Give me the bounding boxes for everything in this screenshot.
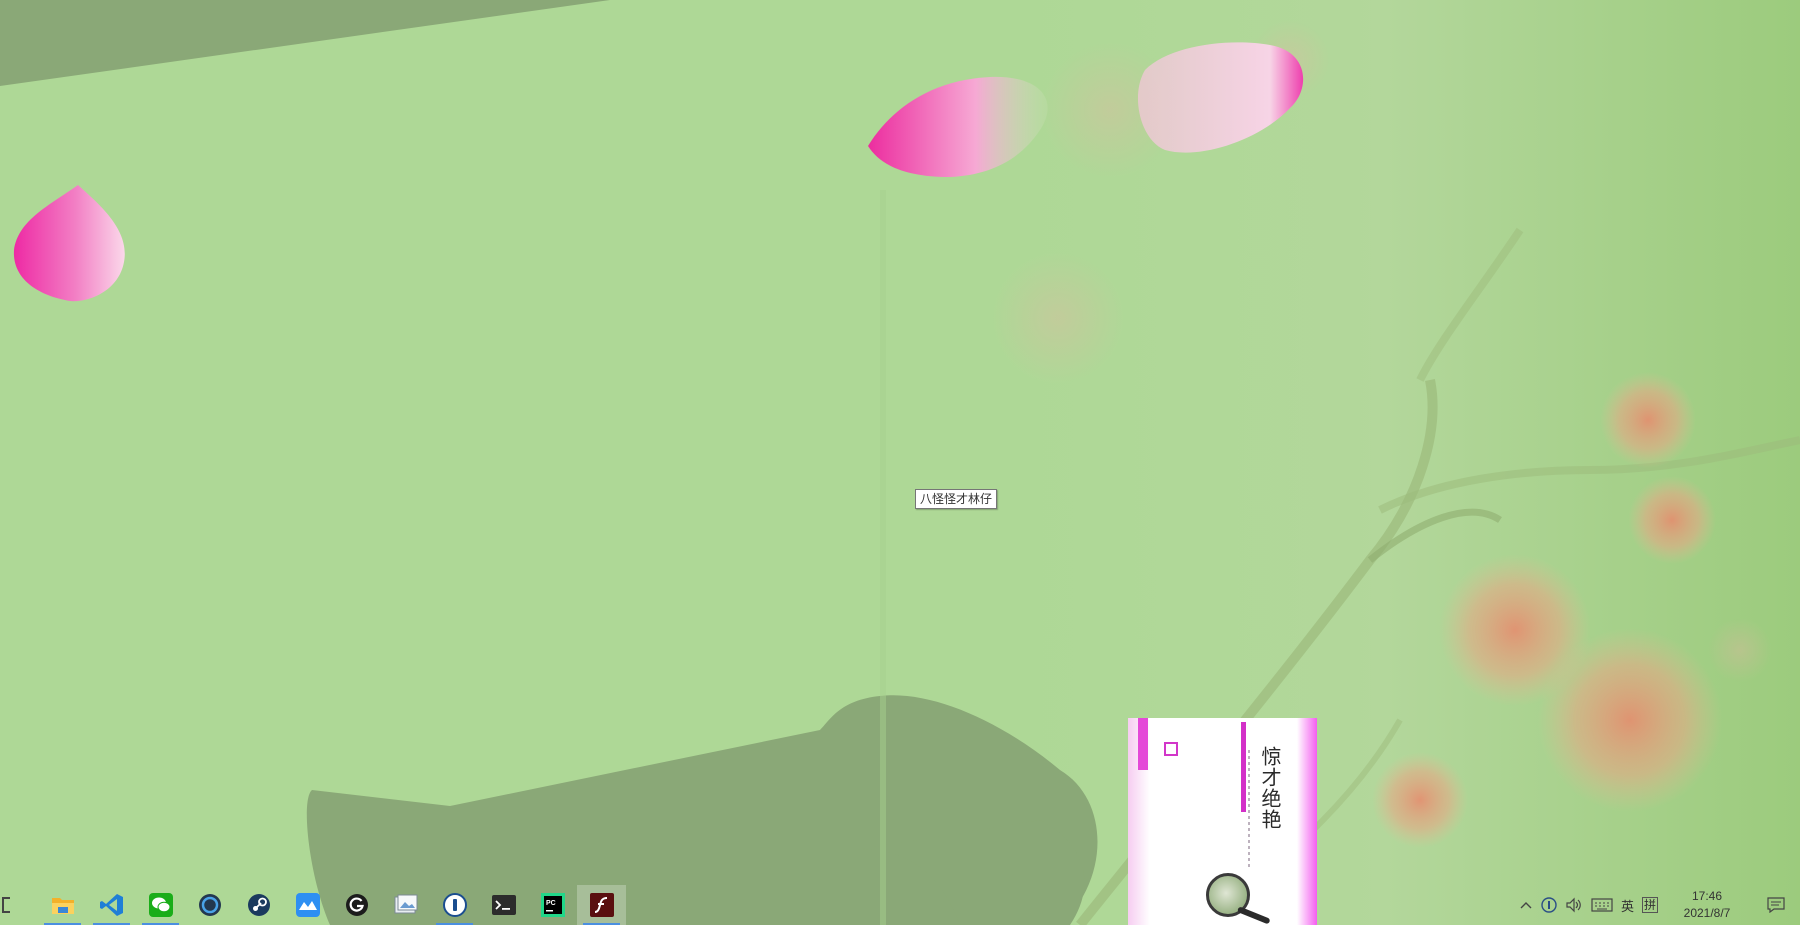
logitech-g-icon xyxy=(345,894,368,916)
desktop-wallpaper xyxy=(0,0,1800,925)
taskbar-app-pycharm[interactable]: PC xyxy=(528,885,577,925)
desktop-tooltip: 八怪怪才林仔 xyxy=(915,489,998,509)
chevron-up-icon xyxy=(1520,902,1532,909)
tray-overflow-button[interactable] xyxy=(1515,885,1537,925)
onepassword-tray-icon xyxy=(1541,897,1557,913)
book-title-bar xyxy=(1241,722,1246,812)
taskbar-app-vscode[interactable] xyxy=(87,885,136,925)
taskbar-app-terminal[interactable] xyxy=(479,885,528,925)
taskbar-app-1password[interactable] xyxy=(430,885,479,925)
book-stripe xyxy=(1138,718,1148,770)
vscode-icon xyxy=(99,894,123,916)
folder-icon xyxy=(51,898,74,914)
taskbar-app-file-explorer[interactable] xyxy=(38,885,87,925)
taskbar-app-mountain[interactable] xyxy=(283,885,332,925)
svg-text:PC: PC xyxy=(546,900,556,907)
taskbar-app-flash[interactable] xyxy=(577,885,626,925)
flash-icon xyxy=(589,893,614,917)
book-subtitle-line xyxy=(1248,750,1250,870)
tray-ime-mode[interactable]: 拼 xyxy=(1638,885,1662,925)
taskbar-app-logitech-g[interactable] xyxy=(332,885,381,925)
wechat-icon xyxy=(148,893,173,917)
clock-date: 2021/8/7 xyxy=(1683,906,1731,920)
book-seal-stamp xyxy=(1164,742,1178,756)
task-view-button[interactable] xyxy=(0,885,22,925)
book-title: 惊才绝艳 xyxy=(1258,746,1282,830)
taskbar: PC 英 拼 17:46 2021/8/7 xyxy=(0,885,1800,925)
terminal-icon xyxy=(491,895,516,915)
clock-time: 17:46 xyxy=(1691,889,1723,903)
system-tray: 英 拼 17:46 2021/8/7 xyxy=(1515,885,1800,925)
speaker-icon xyxy=(1566,897,1581,913)
taskbar-app-photos[interactable] xyxy=(381,885,430,925)
blue-ring-app-icon xyxy=(198,894,221,916)
ime-mode-label: 拼 xyxy=(1641,897,1658,913)
taskbar-app-wechat[interactable] xyxy=(136,885,185,925)
tray-ime-language[interactable]: 英 xyxy=(1617,885,1638,925)
tray-touch-keyboard-button[interactable] xyxy=(1587,885,1617,925)
action-center-button[interactable] xyxy=(1752,885,1800,925)
mountain-app-icon xyxy=(295,893,320,917)
tray-clock[interactable]: 17:46 2021/8/7 xyxy=(1662,885,1752,925)
taskbar-pinned-apps: PC xyxy=(38,885,626,925)
steam-icon xyxy=(247,894,270,916)
notification-icon xyxy=(1767,897,1785,913)
keyboard-icon xyxy=(1591,898,1613,912)
photos-icon xyxy=(394,894,417,914)
pycharm-icon: PC xyxy=(540,893,565,917)
taskbar-app-launcher[interactable] xyxy=(185,885,234,925)
tray-1password-button[interactable] xyxy=(1537,885,1561,925)
onepassword-icon xyxy=(442,893,467,917)
wallpaper-art xyxy=(0,0,1800,925)
taskbar-app-steam[interactable] xyxy=(234,885,283,925)
task-view-icon xyxy=(2,897,10,913)
tray-volume-button[interactable] xyxy=(1561,885,1587,925)
